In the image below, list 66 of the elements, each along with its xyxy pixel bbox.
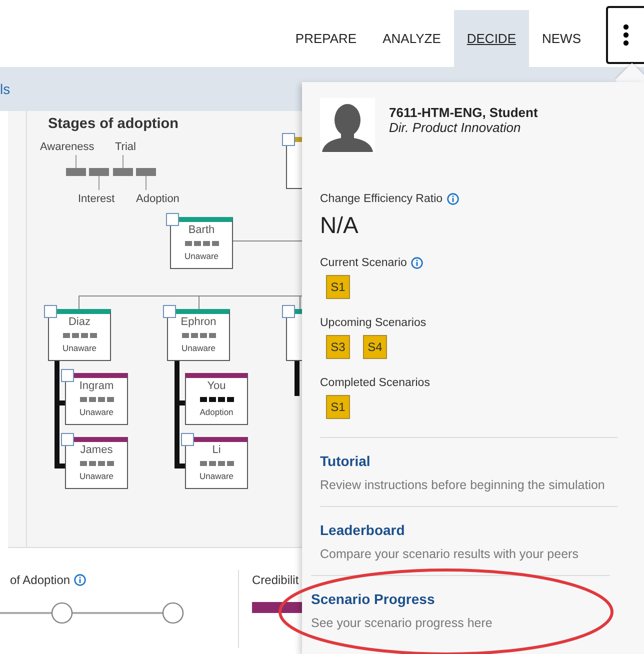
person-name: Li <box>212 444 221 457</box>
stage-text: Adoption <box>200 407 234 417</box>
menu-link-description: Compare your scenario results with your peers <box>320 547 580 561</box>
user-name: 7611-HTM-ENG, Student <box>389 104 538 120</box>
node-checkbox[interactable] <box>282 133 295 146</box>
info-icon[interactable] <box>74 574 86 586</box>
person-card[interactable]: Li Unaware <box>185 437 248 489</box>
scenario-group-label: Upcoming Scenarios <box>320 317 426 329</box>
stage-label: Awareness <box>40 141 94 153</box>
avatar-icon <box>320 98 375 153</box>
scenario-group-label: Current Scenario <box>320 257 407 269</box>
user-role: Dir. Product Innovation <box>389 120 522 134</box>
metric-label: Change Efficiency Ratio <box>320 193 443 205</box>
stage-text: Unaware <box>79 471 114 481</box>
nav-tab[interactable]: NEWS <box>529 10 594 67</box>
stage-text: Unaware <box>181 343 216 353</box>
info-icon[interactable] <box>410 257 423 269</box>
stage-text: Unaware <box>62 343 97 353</box>
nav-tab[interactable]: DECIDE <box>454 10 529 67</box>
scenario-badge: S1 <box>326 395 350 419</box>
node-checkbox[interactable] <box>163 305 176 318</box>
node-checkbox[interactable] <box>61 369 74 382</box>
menu-link[interactable]: Tutorial <box>320 453 618 469</box>
person-name: Ephron <box>180 316 216 329</box>
scenario-group-label: Completed Scenarios <box>320 377 430 389</box>
person-name: Barth <box>188 224 215 237</box>
person-name: Diaz <box>68 316 90 329</box>
stage-text: Unaware <box>184 251 219 261</box>
connector-line <box>232 240 302 242</box>
stage-text: Unaware <box>199 471 234 481</box>
person-name: James <box>80 444 113 457</box>
metric-value: N/A <box>320 212 360 239</box>
person-card[interactable]: Ephron Unaware <box>167 309 230 361</box>
toolbar-link[interactable]: ls <box>0 81 10 97</box>
info-icon[interactable] <box>446 193 459 205</box>
node-checkbox[interactable] <box>44 305 57 318</box>
bracket-line <box>294 360 300 396</box>
nav-tab[interactable]: ANALYZE <box>370 10 454 67</box>
menu-link-description: Review instructions before beginning the simulation <box>320 478 606 492</box>
more-menu-button[interactable] <box>606 6 644 64</box>
node-checkbox[interactable] <box>166 213 179 226</box>
section-label: Credibilit <box>252 573 299 587</box>
person-card[interactable]: Ingram Unaware <box>65 373 128 425</box>
scenario-badge: S4 <box>363 335 387 359</box>
stage-label: Trial <box>115 141 136 153</box>
node-checkbox[interactable] <box>181 433 194 446</box>
diagram-title: Stages of adoption <box>48 116 178 132</box>
person-name: You <box>207 380 226 393</box>
person-name: Ingram <box>79 380 114 393</box>
stage-label: Adoption <box>136 193 180 205</box>
section-label: of Adoption <box>10 573 70 587</box>
menu-link[interactable]: Scenario Progress <box>311 591 610 607</box>
menu-link-description: See your scenario progress here <box>311 616 494 630</box>
person-card[interactable]: You Adoption <box>185 373 248 425</box>
person-card[interactable]: Diaz Unaware <box>48 309 111 361</box>
node-checkbox[interactable] <box>61 433 74 446</box>
person-card[interactable]: James Unaware <box>65 437 128 489</box>
kebab-icon <box>623 24 629 46</box>
node-checkbox[interactable] <box>282 305 295 318</box>
menu-link[interactable]: Leaderboard <box>320 522 618 538</box>
person-card[interactable]: Barth Unaware <box>170 217 233 269</box>
scenario-badge: S1 <box>326 275 350 299</box>
stage-text: Unaware <box>79 407 114 417</box>
nav-tab[interactable]: PREPARE <box>282 10 370 67</box>
stage-label: Interest <box>78 193 115 205</box>
scenario-badge: S3 <box>326 335 350 359</box>
